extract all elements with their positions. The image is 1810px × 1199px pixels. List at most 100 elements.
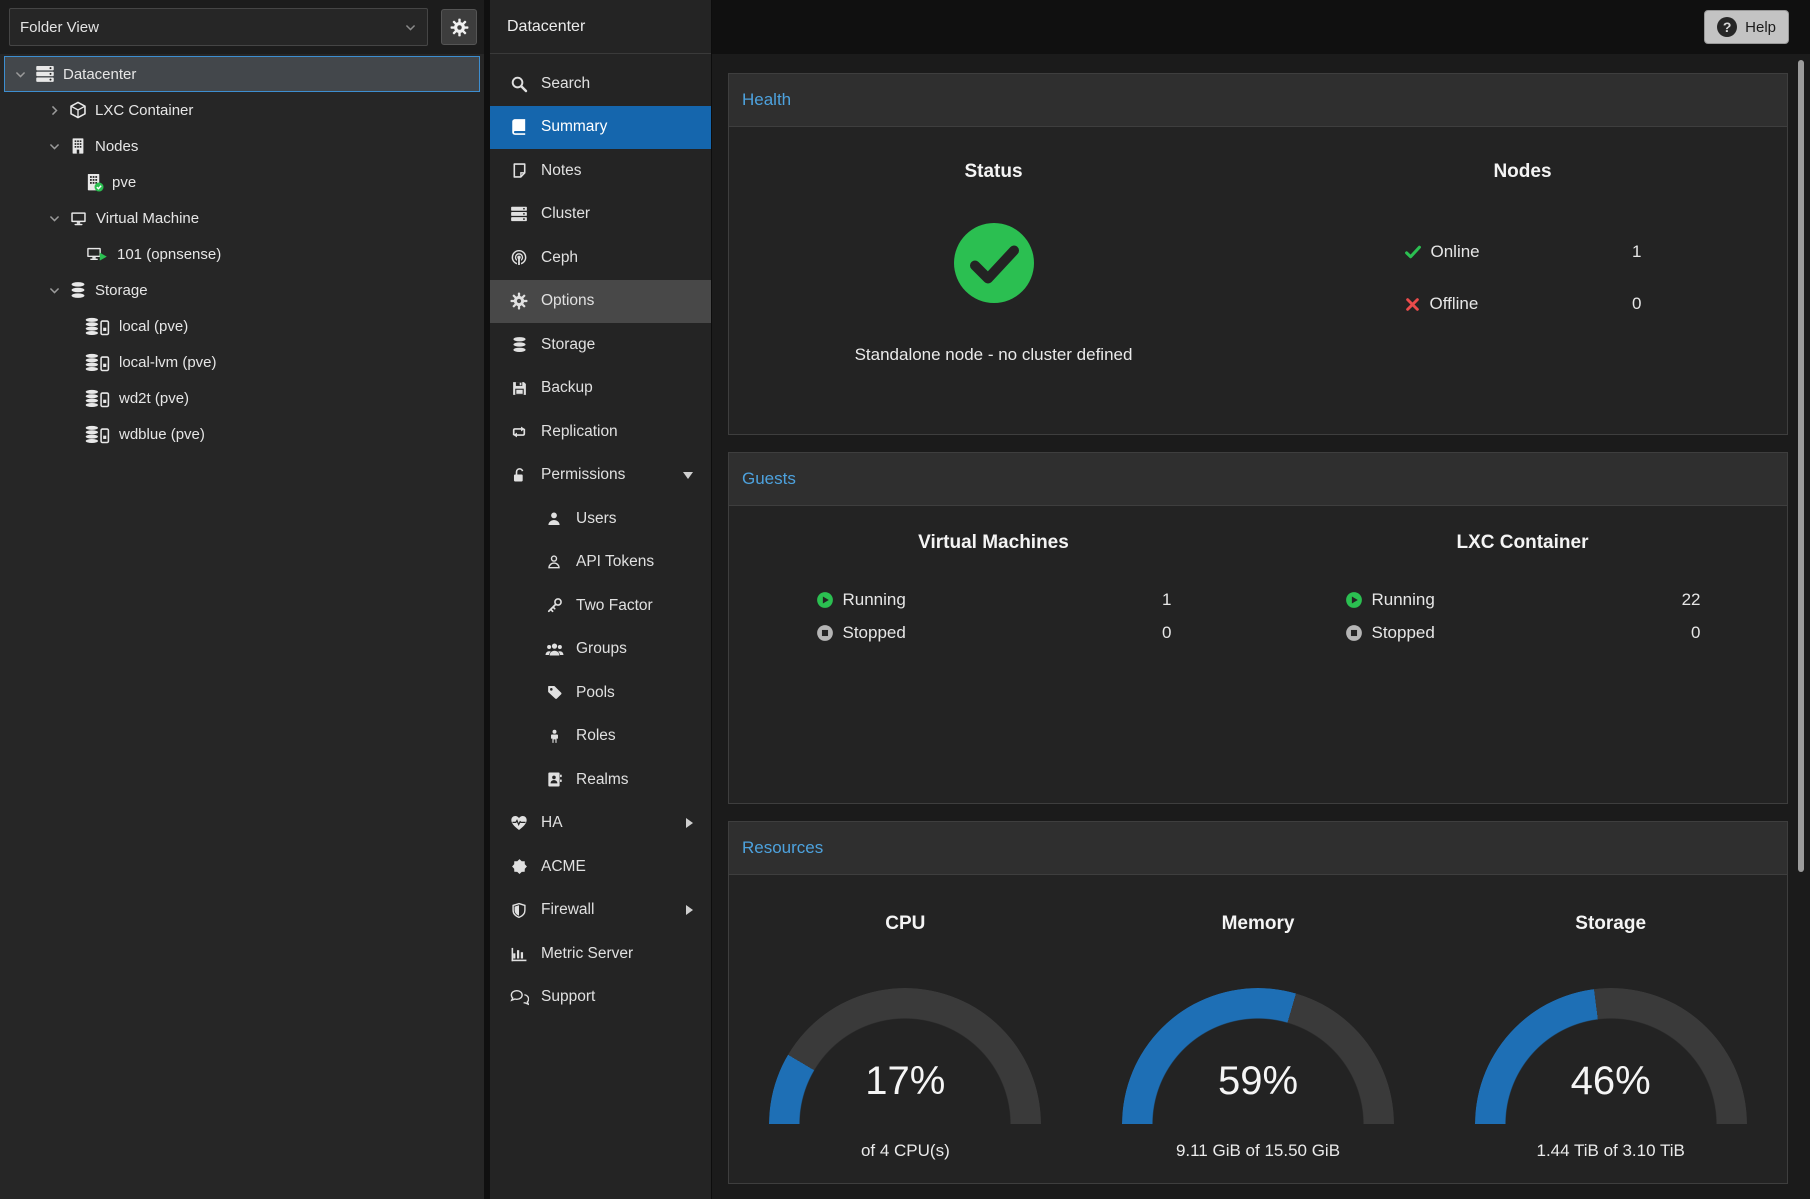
menu-item-label: ACME — [541, 858, 586, 876]
tree-item-lxc-container[interactable]: LXC Container — [0, 92, 484, 128]
menu-item-ceph[interactable]: Ceph — [490, 236, 711, 280]
building-icon — [69, 137, 87, 155]
caret-down-icon[interactable] — [47, 212, 61, 225]
tree-item-label: Storage — [95, 282, 148, 299]
menu-item-pools[interactable]: Pools — [490, 671, 711, 715]
help-button[interactable]: ? Help — [1704, 10, 1789, 44]
tree-item-local[interactable]: local (pve) — [0, 308, 484, 344]
caret-right-icon[interactable] — [47, 104, 61, 117]
expand-icon[interactable] — [686, 905, 693, 915]
cpu-gauge-column: CPU 17% of 4 CPU(s) — [729, 913, 1082, 1161]
unlock-icon — [509, 467, 529, 484]
search-icon — [509, 75, 529, 93]
menu-item-label: Permissions — [541, 466, 625, 484]
menu-item-label: Backup — [541, 379, 593, 397]
menu-item-permissions[interactable]: Permissions — [490, 454, 711, 498]
status-ok-icon — [952, 221, 1036, 305]
tree-item-pve[interactable]: pve — [0, 164, 484, 200]
guest-row-label: Stopped — [843, 623, 906, 643]
tree-item-wdblue[interactable]: wdblue (pve) — [0, 416, 484, 452]
database-drive-icon — [85, 353, 111, 372]
caret-down-icon[interactable] — [13, 68, 27, 81]
storage-gauge-percent: 46% — [1475, 1059, 1747, 1104]
tree-item-storage[interactable]: Storage — [0, 272, 484, 308]
database-icon — [69, 281, 87, 299]
node-row-label: Online — [1431, 242, 1480, 262]
menu-item-search[interactable]: Search — [490, 62, 711, 106]
chevron-down-icon — [404, 21, 417, 34]
vm-stopped-row: Stopped 0 — [816, 620, 1172, 646]
menu-item-ha[interactable]: HA — [490, 802, 711, 846]
tree-item-virtual-machine[interactable]: Virtual Machine — [0, 200, 484, 236]
seal-icon — [509, 858, 529, 875]
menu-item-label: Realms — [576, 771, 629, 789]
menu-item-replication[interactable]: Replication — [490, 410, 711, 454]
tree-item-101-opnsense[interactable]: 101 (opnsense) — [0, 236, 484, 272]
menu-item-firewall[interactable]: Firewall — [490, 889, 711, 933]
menu-item-label: Roles — [576, 727, 616, 745]
tree-settings-button[interactable] — [441, 9, 477, 45]
tree-item-label: wd2t (pve) — [119, 390, 189, 407]
resources-panel-title: Resources — [729, 822, 1787, 875]
play-circle-icon — [1345, 591, 1363, 609]
tree-item-label: Virtual Machine — [96, 210, 199, 227]
tag-icon — [544, 684, 564, 701]
tree-item-wd2t[interactable]: wd2t (pve) — [0, 380, 484, 416]
menu-item-roles[interactable]: Roles — [490, 715, 711, 759]
menu-item-label: Firewall — [541, 901, 594, 919]
caret-down-icon[interactable] — [47, 140, 61, 153]
user-icon — [544, 511, 564, 527]
menu-item-options[interactable]: Options — [490, 280, 711, 324]
shield-icon — [509, 902, 529, 919]
menu-title: Datacenter — [490, 0, 711, 54]
menu-item-storage[interactable]: Storage — [490, 323, 711, 367]
gear-icon — [450, 18, 469, 37]
view-mode-select[interactable]: Folder View — [9, 8, 428, 46]
menu-item-users[interactable]: Users — [490, 497, 711, 541]
menu-item-cluster[interactable]: Cluster — [490, 193, 711, 237]
menu-item-acme[interactable]: ACME — [490, 845, 711, 889]
guest-row-value: 0 — [1162, 623, 1171, 643]
summary-content: Health Status Standalone node - no clust… — [712, 54, 1810, 1199]
lxc-stopped-row: Stopped 0 — [1345, 620, 1701, 646]
vm-column: Virtual Machines Running 1 — [729, 506, 1258, 803]
menu-item-api-tokens[interactable]: API Tokens — [490, 541, 711, 585]
database-drive-icon — [85, 425, 111, 444]
menu-item-label: Metric Server — [541, 945, 633, 963]
note-icon — [509, 162, 529, 179]
tree-item-label: pve — [112, 174, 136, 191]
menu-item-realms[interactable]: Realms — [490, 758, 711, 802]
caret-down-icon[interactable] — [47, 284, 61, 297]
tree-item-local-lvm[interactable]: local-lvm (pve) — [0, 344, 484, 380]
guest-row-label: Stopped — [1372, 623, 1435, 643]
menu-item-backup[interactable]: Backup — [490, 367, 711, 411]
tree-item-datacenter[interactable]: Datacenter — [4, 56, 480, 92]
expand-icon[interactable] — [686, 818, 693, 828]
menu-item-two-factor[interactable]: Two Factor — [490, 584, 711, 628]
cpu-gauge-arc: 17% — [769, 988, 1041, 1124]
cube-icon — [69, 101, 87, 119]
book-icon — [509, 118, 529, 136]
tree-toolbar: Folder View — [0, 0, 484, 54]
app-window: Folder View — [0, 0, 1810, 1199]
scrollbar-thumb[interactable] — [1798, 60, 1804, 872]
stop-circle-icon — [816, 624, 834, 642]
menu-item-summary[interactable]: Summary — [490, 106, 711, 150]
lxc-running-row: Running 22 — [1345, 587, 1701, 613]
menu-item-label: API Tokens — [576, 553, 654, 571]
tree-item-nodes[interactable]: Nodes — [0, 128, 484, 164]
resource-tree-panel: Folder View — [0, 0, 490, 1199]
collapse-icon[interactable] — [683, 472, 693, 479]
status-heading: Status — [964, 161, 1022, 183]
status-column: Status Standalone node - no cluster defi… — [729, 127, 1258, 434]
menu-item-label: Replication — [541, 423, 618, 441]
nodes-heading: Nodes — [1493, 161, 1551, 183]
menu-item-notes[interactable]: Notes — [490, 149, 711, 193]
vm-heading: Virtual Machines — [918, 532, 1069, 554]
menu-item-groups[interactable]: Groups — [490, 628, 711, 672]
guest-row-label: Running — [843, 590, 906, 610]
menu-item-metric-server[interactable]: Metric Server — [490, 932, 711, 976]
database-icon — [509, 336, 529, 353]
key-icon — [544, 597, 564, 614]
menu-item-support[interactable]: Support — [490, 976, 711, 1020]
